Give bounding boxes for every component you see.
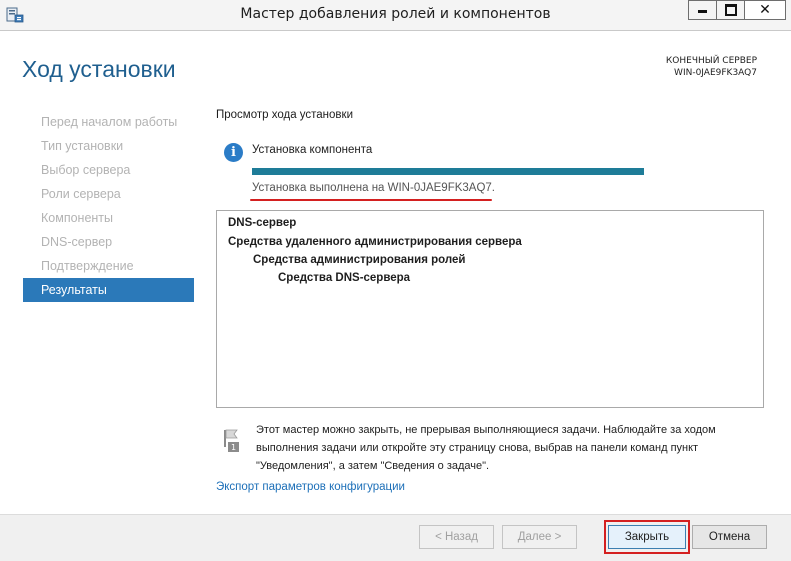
page-title: Ход установки: [22, 56, 176, 82]
destination-server-name: WIN-0JAE9FK3AQ7: [674, 68, 757, 78]
result-item: Средства DNS-сервера: [278, 272, 411, 284]
wizard-steps-nav: Перед началом работы Тип установки Выбор с…: [23, 110, 194, 302]
nav-step-item[interactable]: Выбор сервера: [23, 158, 194, 182]
close-button[interactable]: Закрыть: [608, 525, 686, 549]
close-icon: ✕: [759, 2, 771, 18]
wizard-footer: < Назад Далее > Закрыть Отмена: [0, 514, 791, 561]
cancel-button[interactable]: Отмена: [692, 525, 767, 549]
installation-result-text: Установка выполнена на WIN-0JAE9FK3AQ7.: [252, 182, 495, 194]
result-item: Средства администрирования ролей: [253, 254, 466, 266]
destination-server-label: КОНЕЧНЫЙ СЕРВЕР: [665, 56, 757, 66]
window-title: Мастер добавления ролей и компонентов: [240, 6, 551, 22]
back-button[interactable]: < Назад: [419, 525, 494, 549]
maximize-button[interactable]: [716, 0, 744, 20]
next-button[interactable]: Далее >: [502, 525, 577, 549]
note-text: Этот мастер можно закрыть, не прерывая в…: [256, 424, 716, 472]
minimize-button[interactable]: [688, 0, 716, 20]
section-title: Просмотр хода установки: [216, 109, 353, 121]
info-icon: i: [224, 143, 243, 162]
minimize-icon: [698, 10, 707, 13]
nav-step-item[interactable]: Подтверждение: [23, 254, 194, 278]
result-item: DNS-сервер: [228, 217, 297, 229]
wizard-window: Мастер добавления ролей и компонентов ✕ …: [0, 0, 791, 561]
result-item: Средства удаленного администрирования се…: [228, 236, 522, 248]
nav-step-item[interactable]: Тип установки: [23, 134, 194, 158]
export-config-link[interactable]: Экспорт параметров конфигурации: [216, 481, 405, 493]
red-underline-annotation: [250, 199, 492, 201]
close-window-button[interactable]: ✕: [744, 0, 786, 20]
progress-bar: [252, 168, 644, 175]
flag-notification-icon: 1: [224, 429, 239, 452]
progress-fill: [252, 168, 644, 175]
nav-step-item[interactable]: Результаты: [23, 278, 194, 302]
nav-step-item[interactable]: Перед началом работы: [23, 110, 194, 134]
nav-step-item[interactable]: Роли сервера: [23, 182, 194, 206]
nav-step-item[interactable]: DNS-сервер: [23, 230, 194, 254]
results-list: DNS-сервер Средства удаленного администри…: [216, 210, 764, 408]
status-text: Установка компонента: [252, 144, 373, 156]
title-bar: Мастер добавления ролей и компонентов ✕: [0, 0, 791, 31]
svg-text:1: 1: [231, 443, 236, 452]
maximize-icon: [725, 4, 737, 16]
main-content: Просмотр хода установки i Установка комп…: [216, 105, 766, 500]
nav-step-item[interactable]: Компоненты: [23, 206, 194, 230]
